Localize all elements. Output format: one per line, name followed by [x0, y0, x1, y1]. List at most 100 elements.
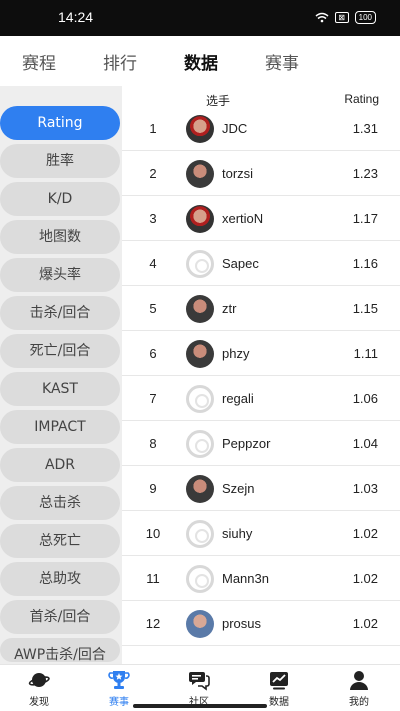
user-icon — [350, 671, 368, 690]
table-row[interactable]: 3 xertioN 1.17 — [122, 196, 400, 241]
row-rank: 9 — [149, 481, 157, 496]
avatar — [186, 475, 214, 503]
trophy-icon — [108, 671, 130, 689]
player-rating: 1.16 — [352, 256, 378, 271]
row-rank: 7 — [149, 391, 157, 406]
nav-profile[interactable]: 我的 — [329, 669, 389, 708]
sidebar-item-impact[interactable]: IMPACT — [0, 410, 120, 444]
player-rating: 1.02 — [352, 571, 378, 586]
player-name: xertioN — [222, 211, 264, 226]
sidebar-item-adr[interactable]: ADR — [0, 448, 120, 482]
player-name: prosus — [222, 616, 262, 631]
nav-label: 发现 — [29, 697, 49, 708]
player-name: regali — [222, 391, 254, 406]
row-rank: 10 — [145, 526, 161, 541]
avatar — [186, 610, 214, 638]
chart-icon — [270, 672, 288, 690]
status-bar: 14:24 ⊠ 100 — [0, 0, 400, 36]
sidebar-item-kast[interactable]: KAST — [0, 372, 120, 406]
player-name: siuhy — [222, 526, 253, 541]
row-rank: 8 — [149, 436, 157, 451]
player-rating: 1.02 — [352, 526, 378, 541]
table-row[interactable]: 7 regali 1.06 — [122, 376, 400, 421]
player-rating: 1.11 — [353, 346, 378, 361]
avatar-placeholder — [186, 385, 214, 413]
avatar — [186, 205, 214, 233]
tab-events[interactable]: 赛事 — [265, 49, 299, 74]
row-rank: 4 — [149, 256, 157, 271]
sidebar-item-headshot[interactable]: 爆头率 — [0, 258, 120, 292]
player-name: Mann3n — [222, 571, 269, 586]
player-name: Sapec — [222, 256, 259, 271]
sidebar-item-total-deaths[interactable]: 总死亡 — [0, 524, 120, 558]
sidebar-item-first-kills[interactable]: 首杀/回合 — [0, 600, 120, 634]
player-rating: 1.03 — [352, 481, 378, 496]
table-row[interactable]: 11 Mann3n 1.02 — [122, 556, 400, 601]
player-rating: 1.23 — [352, 166, 378, 181]
player-rating: 1.17 — [352, 211, 378, 226]
row-rank: 5 — [149, 301, 157, 316]
table-row[interactable]: 2 torzsi 1.23 — [122, 151, 400, 196]
home-indicator[interactable] — [133, 704, 267, 708]
status-time: 14:24 — [58, 9, 94, 25]
player-name: ztr — [222, 301, 237, 316]
battery-icon: 100 — [354, 11, 376, 24]
player-name: JDC — [222, 121, 248, 136]
sidebar-item-maps[interactable]: 地图数 — [0, 220, 120, 254]
sidebar-item-rating[interactable]: Rating — [0, 106, 120, 140]
player-rating: 1.31 — [352, 121, 378, 136]
table-row[interactable]: 5 ztr 1.15 — [122, 286, 400, 331]
planet-icon — [28, 673, 50, 687]
sidebar-item-win-rate[interactable]: 胜率 — [0, 144, 120, 178]
player-rating: 1.06 — [352, 391, 378, 406]
sidebar-item-kills-per-round[interactable]: 击杀/回合 — [0, 296, 120, 330]
chat-icon — [189, 672, 210, 691]
top-tab-bar: 赛程 排行 数据 赛事 — [0, 36, 400, 86]
sidebar-item-kd[interactable]: K/D — [0, 182, 120, 216]
row-rank: 11 — [146, 571, 160, 586]
table-row[interactable]: 10 siuhy 1.02 — [122, 511, 400, 556]
table-row[interactable]: 12 prosus 1.02 — [122, 601, 400, 646]
row-rank: 1 — [149, 121, 157, 136]
avatar — [186, 340, 214, 368]
app-screen: 14:24 ⊠ 100 赛程 排行 数据 赛事 Rating 胜率 K/D 地图… — [0, 0, 400, 711]
avatar-placeholder — [186, 565, 214, 593]
player-name: torzsi — [222, 166, 254, 181]
tab-schedule[interactable]: 赛程 — [22, 49, 56, 74]
avatar-placeholder — [186, 250, 214, 278]
table-row[interactable]: 6 phzy 1.11 — [122, 331, 400, 376]
table-row[interactable]: 4 Sapec 1.16 — [122, 241, 400, 286]
nav-events[interactable]: 赛事 — [89, 669, 149, 708]
nav-discover[interactable]: 发现 — [9, 669, 69, 708]
tab-ranking[interactable]: 排行 — [103, 49, 137, 74]
table-row[interactable]: 9 Szejn 1.03 — [122, 466, 400, 511]
nav-community[interactable]: 社区 — [169, 669, 229, 708]
avatar-placeholder — [186, 430, 214, 458]
avatar — [186, 295, 214, 323]
avatar-placeholder — [186, 520, 214, 548]
sidebar-item-deaths-per-round[interactable]: 死亡/回合 — [0, 334, 120, 368]
player-name: Szejn — [222, 481, 255, 496]
sidebar-item-total-assists[interactable]: 总助攻 — [0, 562, 120, 596]
table-row[interactable]: 1 JDC 1.31 — [122, 106, 400, 151]
tab-data[interactable]: 数据 — [184, 49, 218, 74]
nav-data[interactable]: 数据 — [249, 669, 309, 708]
table-row[interactable]: 8 Peppzor 1.04 — [122, 421, 400, 466]
sidebar-item-total-kills[interactable]: 总击杀 — [0, 486, 120, 520]
row-rank: 2 — [149, 166, 157, 181]
player-rating: 1.15 — [352, 301, 378, 316]
row-rank: 3 — [149, 211, 157, 226]
status-icons: ⊠ 100 — [315, 11, 376, 24]
header-rating: Rating — [344, 92, 379, 106]
wifi-icon — [315, 12, 329, 23]
player-name: phzy — [222, 346, 250, 361]
avatar — [186, 115, 214, 143]
row-rank: 6 — [149, 346, 157, 361]
player-name: Peppzor — [222, 436, 271, 451]
player-rating: 1.02 — [352, 616, 378, 631]
player-rating: 1.04 — [352, 436, 378, 451]
nav-label: 我的 — [349, 697, 369, 708]
avatar — [186, 160, 214, 188]
row-rank: 12 — [145, 616, 161, 631]
sidebar-item-awp-kills[interactable]: AWP击杀/回合 — [0, 638, 120, 662]
